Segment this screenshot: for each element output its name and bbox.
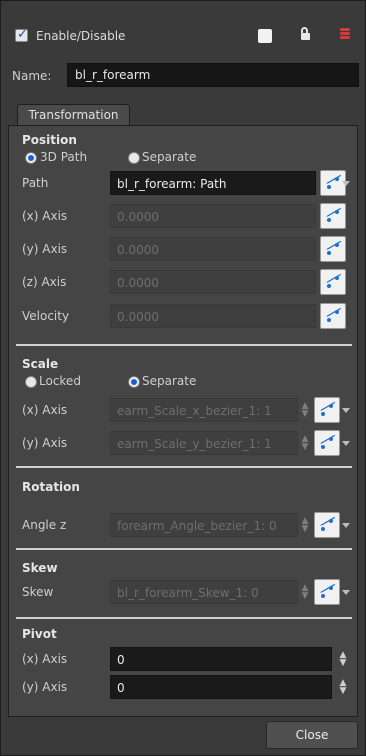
position-z-field[interactable]: 0.0000: [110, 270, 316, 294]
position-y-field[interactable]: 0.0000: [110, 237, 316, 261]
position-z-label: (z) Axis: [22, 275, 67, 289]
skew-title: Skew: [22, 561, 58, 575]
radio-3d-path-label: 3D Path: [40, 150, 88, 164]
radio-3d-path[interactable]: [25, 152, 37, 164]
tab-transformation[interactable]: Transformation: [17, 104, 130, 126]
radio-scale-separate[interactable]: [128, 376, 140, 388]
rotation-title: Rotation: [22, 480, 80, 494]
name-field[interactable]: bl_r_forearm: [67, 63, 359, 87]
chevron-down-icon[interactable]: [342, 181, 350, 186]
position-z-function-button[interactable]: [320, 269, 346, 295]
scale-y-label: (y) Axis: [22, 436, 68, 450]
radio-position-separate-label: Separate: [142, 150, 197, 164]
scale-y-function-button[interactable]: [314, 430, 340, 456]
radio-scale-locked[interactable]: [25, 376, 37, 388]
checkmark-icon: ✓: [17, 27, 28, 42]
angle-z-label: Angle z: [22, 518, 67, 532]
pivot-x-spinner[interactable]: ▲ ▼: [339, 651, 347, 668]
pivot-x-label: (x) Axis: [22, 652, 68, 666]
skew-field[interactable]: bl_r_forearm_Skew_1: 0: [110, 580, 298, 604]
chevron-down-icon[interactable]: [342, 408, 350, 413]
angle-z-field[interactable]: forearm_Angle_bezier_1: 0: [110, 513, 298, 537]
lock-icon[interactable]: [300, 27, 311, 43]
scale-y-field[interactable]: earm_Scale_y_bezier_1: 1: [110, 431, 298, 455]
velocity-function-button[interactable]: [320, 303, 346, 329]
enable-checkbox[interactable]: ✓: [15, 27, 28, 42]
pivot-y-spinner[interactable]: ▲ ▼: [339, 679, 347, 696]
skew-spinner[interactable]: ▲ ▼: [301, 584, 309, 601]
path-field[interactable]: bl_r_forearm: Path: [110, 171, 316, 195]
position-y-function-button[interactable]: [320, 236, 346, 262]
chevron-down-icon[interactable]: [342, 441, 350, 446]
color-swatch-icon[interactable]: [258, 29, 272, 43]
pivot-title: Pivot: [22, 627, 57, 641]
scale-x-spinner[interactable]: ▲ ▼: [301, 402, 309, 419]
chevron-down-icon[interactable]: [342, 523, 350, 528]
enable-label[interactable]: Enable/Disable: [36, 28, 125, 44]
scale-y-spinner[interactable]: ▲ ▼: [301, 435, 309, 452]
close-button[interactable]: Close: [266, 721, 358, 749]
radio-scale-locked-label: Locked: [39, 374, 81, 388]
scale-x-label: (x) Axis: [22, 403, 68, 417]
path-label: Path: [22, 176, 49, 190]
pivot-y-field[interactable]: 0: [110, 675, 332, 699]
position-x-field[interactable]: 0.0000: [110, 204, 316, 228]
pivot-x-field[interactable]: 0: [110, 647, 332, 671]
position-x-function-button[interactable]: [320, 203, 346, 229]
separator: [16, 617, 352, 619]
angle-z-spinner[interactable]: ▲ ▼: [301, 517, 309, 534]
chevron-down-icon[interactable]: [342, 590, 350, 595]
radio-position-separate[interactable]: [128, 152, 140, 164]
skew-label: Skew: [22, 585, 54, 599]
scale-title: Scale: [22, 357, 59, 371]
position-title: Position: [22, 133, 77, 147]
separator: [16, 466, 352, 468]
position-y-label: (y) Axis: [22, 242, 68, 256]
radio-scale-separate-label: Separate: [142, 374, 197, 388]
scale-x-field[interactable]: earm_Scale_x_bezier_1: 1: [110, 398, 298, 422]
velocity-field[interactable]: 0.0000: [110, 304, 316, 328]
position-x-label: (x) Axis: [22, 209, 68, 223]
layers-icon[interactable]: [340, 28, 350, 40]
velocity-label: Velocity: [22, 309, 70, 323]
separator: [16, 344, 352, 346]
angle-z-function-button[interactable]: [314, 512, 340, 538]
separator: [16, 548, 352, 550]
pivot-y-label: (y) Axis: [22, 680, 68, 694]
skew-function-button[interactable]: [314, 579, 340, 605]
name-label: Name:: [12, 69, 52, 83]
scale-x-function-button[interactable]: [314, 397, 340, 423]
